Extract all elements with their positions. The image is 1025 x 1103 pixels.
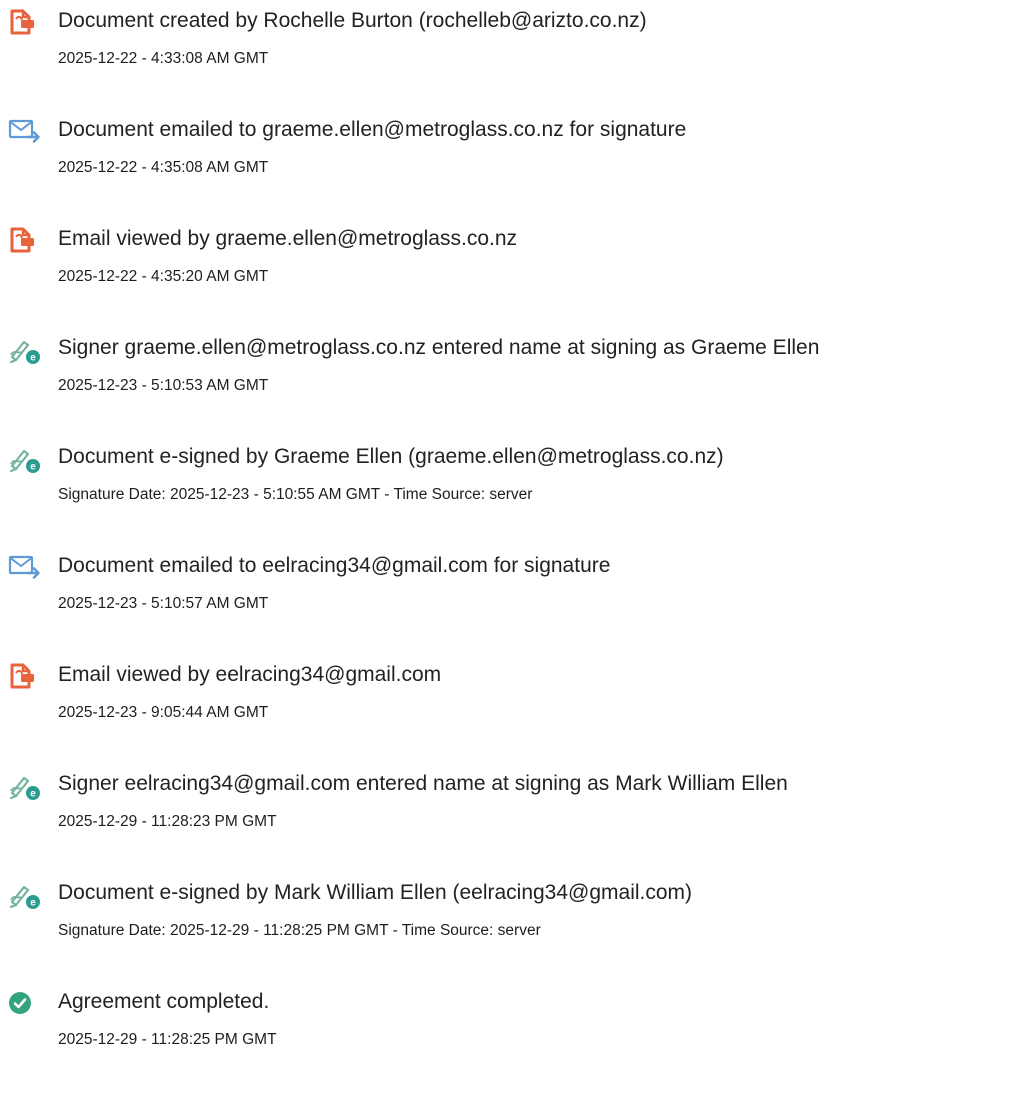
event-title: Document created by Rochelle Burton (roc… [58, 9, 647, 32]
audit-event: Email viewed by eelracing34@gmail.com 20… [8, 660, 1018, 769]
audit-event: e Document e-signed by Graeme Ellen (gra… [8, 442, 1018, 551]
event-timestamp: 2025-12-23 - 9:05:44 AM GMT [58, 704, 269, 721]
document-viewed-icon [8, 226, 44, 256]
svg-text:e: e [30, 789, 36, 800]
svg-text:e: e [30, 898, 36, 909]
event-timestamp: Signature Date: 2025-12-29 - 11:28:25 PM… [58, 922, 541, 939]
audit-event: e Signer graeme.ellen@metroglass.co.nz e… [8, 333, 1018, 442]
event-timestamp: 2025-12-22 - 4:33:08 AM GMT [58, 50, 269, 67]
audit-event: Document created by Rochelle Burton (roc… [8, 6, 1018, 115]
event-title: Document e-signed by Mark William Ellen … [58, 881, 693, 904]
event-timestamp: 2025-12-29 - 11:28:23 PM GMT [58, 813, 277, 830]
svg-text:e: e [30, 462, 36, 473]
audit-event: e Document e-signed by Mark William Elle… [8, 878, 1018, 987]
e-signature-icon: e [8, 335, 44, 365]
audit-trail-list: Document created by Rochelle Burton (roc… [8, 6, 1018, 1087]
event-title: Document emailed to graeme.ellen@metrogl… [58, 118, 687, 141]
audit-event: Document emailed to eelracing34@gmail.co… [8, 551, 1018, 660]
event-title: Agreement completed. [58, 990, 270, 1013]
e-signature-icon: e [8, 880, 44, 910]
event-title: Email viewed by graeme.ellen@metroglass.… [58, 227, 518, 250]
event-title: Signer eelracing34@gmail.com entered nam… [58, 772, 788, 795]
svg-text:e: e [30, 353, 36, 364]
event-title: Signer graeme.ellen@metroglass.co.nz ent… [58, 336, 820, 359]
e-signature-icon: e [8, 771, 44, 801]
event-title: Email viewed by eelracing34@gmail.com [58, 663, 442, 686]
event-title: Document emailed to eelracing34@gmail.co… [58, 554, 611, 577]
event-timestamp: Signature Date: 2025-12-23 - 5:10:55 AM … [58, 486, 533, 503]
event-timestamp: 2025-12-22 - 4:35:20 AM GMT [58, 268, 269, 285]
audit-event: Agreement completed. 2025-12-29 - 11:28:… [8, 987, 1018, 1087]
event-timestamp: 2025-12-23 - 5:10:53 AM GMT [58, 377, 269, 394]
document-viewed-icon [8, 662, 44, 692]
event-timestamp: 2025-12-29 - 11:28:25 PM GMT [58, 1031, 277, 1048]
event-timestamp: 2025-12-23 - 5:10:57 AM GMT [58, 595, 269, 612]
audit-event: Document emailed to graeme.ellen@metrogl… [8, 115, 1018, 224]
event-title: Document e-signed by Graeme Ellen (graem… [58, 445, 724, 468]
audit-event: Email viewed by graeme.ellen@metroglass.… [8, 224, 1018, 333]
email-sent-icon [8, 117, 44, 147]
document-created-icon [8, 8, 44, 38]
audit-event: e Signer eelracing34@gmail.com entered n… [8, 769, 1018, 878]
email-sent-icon [8, 553, 44, 583]
agreement-completed-icon [8, 989, 44, 1019]
e-signature-icon: e [8, 444, 44, 474]
event-timestamp: 2025-12-22 - 4:35:08 AM GMT [58, 159, 269, 176]
